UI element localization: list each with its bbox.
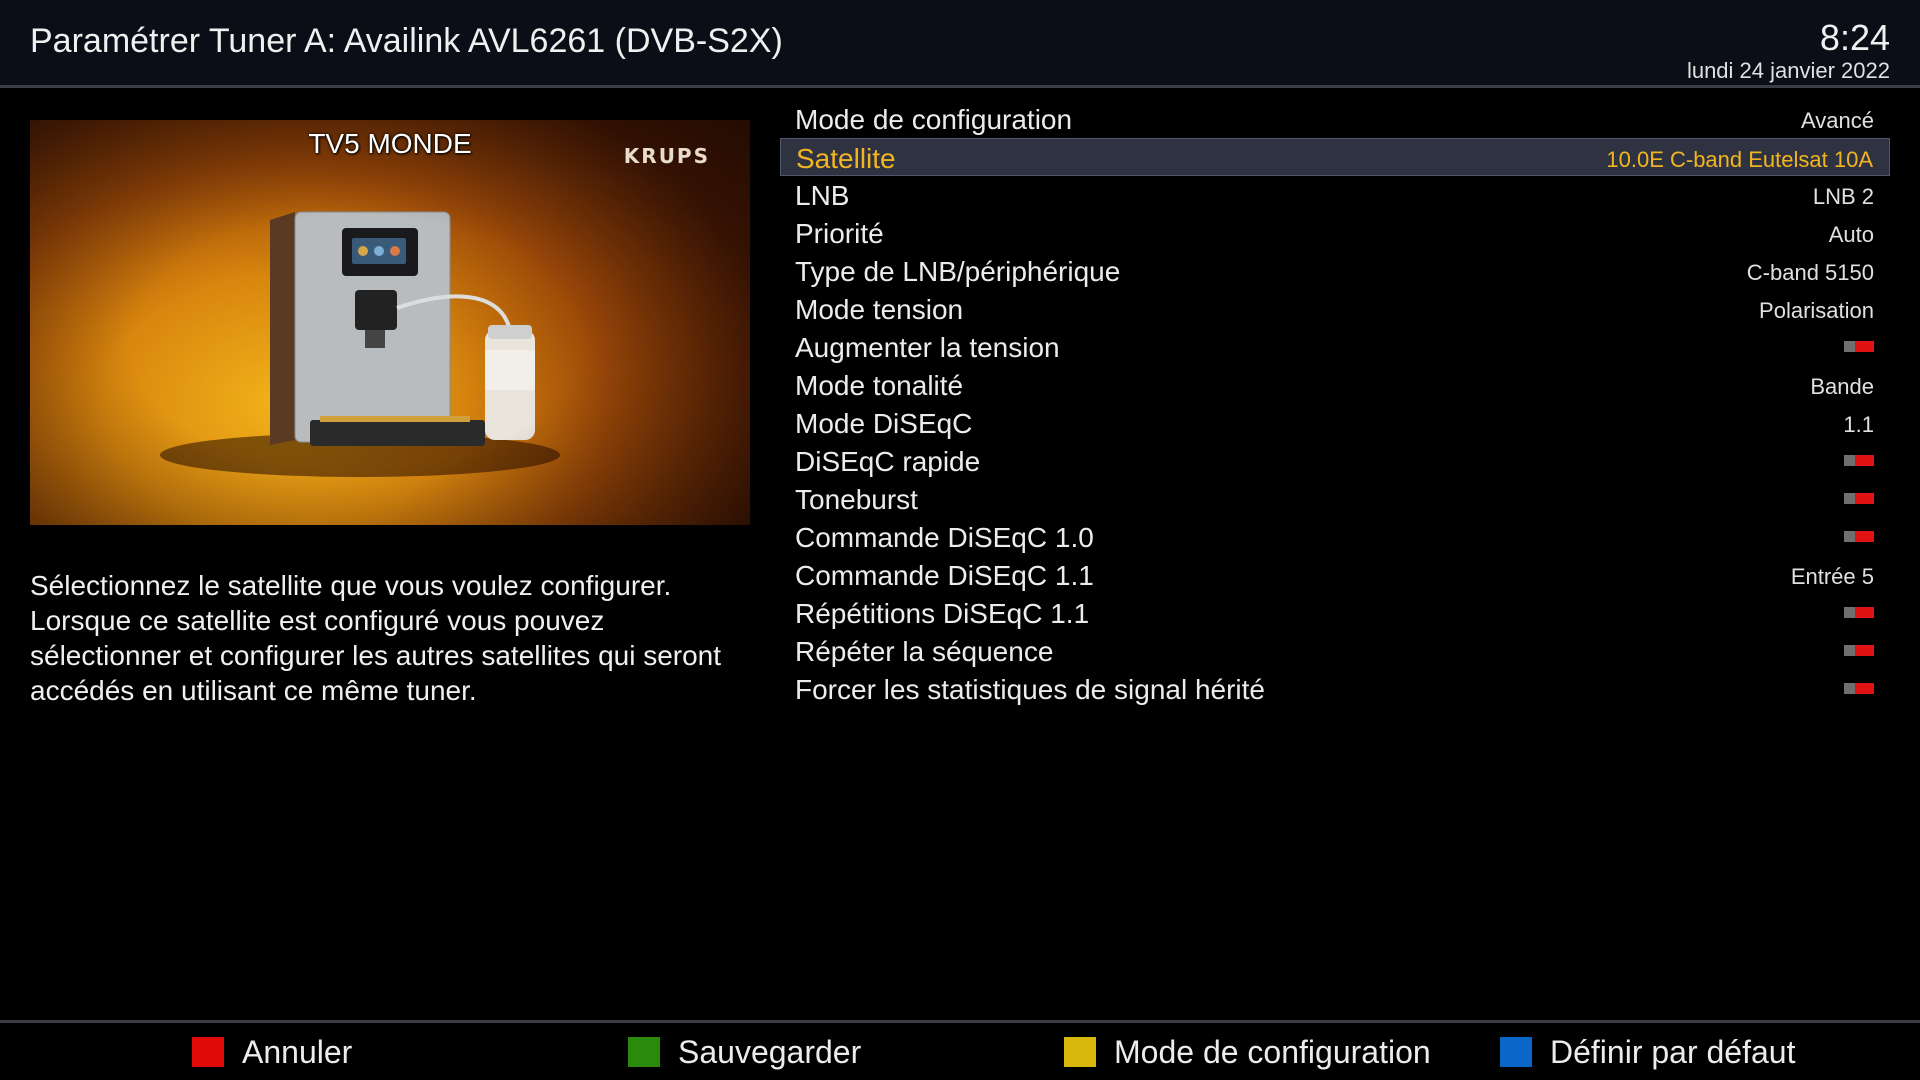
clock-time: 8:24 [1819,17,1890,58]
toggle-track [1855,531,1874,542]
setting-label: Mode tonalité [795,370,964,401]
toggle-off-icon[interactable] [1844,607,1874,618]
yellow-button[interactable]: Mode de configuration [1064,1033,1431,1070]
toggle-track [1855,645,1874,656]
setting-value: LNB 2 [1812,184,1874,209]
setting-row[interactable]: Mode tonalité Bande [780,366,1890,404]
green-button-label: Sauvegarder [678,1033,862,1070]
toggle-knob [1844,683,1855,694]
red-button-label: Annuler [242,1033,353,1070]
setting-row[interactable]: Augmenter la tension [780,328,1890,366]
blue-button-label: Définir par défaut [1550,1033,1796,1070]
setting-label: Répéter la séquence [795,636,1054,667]
setting-label: LNB [795,180,850,211]
setting-value: 10.0E C-band Eutelsat 10A [1606,147,1873,172]
yellow-key-icon [1064,1037,1096,1067]
tv-preview: TV5 MONDE KRUPS [30,120,750,525]
setting-value: 1.1 [1843,412,1874,437]
setting-label: Type de LNB/périphérique [795,256,1121,287]
red-button[interactable]: Annuler [192,1033,353,1070]
toggle-off-icon[interactable] [1844,341,1874,352]
setting-row[interactable]: Commande DiSEqC 1.1 Entrée 5 [780,556,1890,594]
setting-label: Mode tension [795,294,964,325]
brand-logo: KRUPS [623,144,710,168]
setting-row[interactable]: Mode DiSEqC 1.1 [780,404,1890,442]
toggle-off-icon[interactable] [1844,531,1874,542]
setting-row[interactable]: Type de LNB/périphérique C-band 5150 [780,252,1890,290]
setting-label: Mode DiSEqC [795,408,973,439]
toggle-knob [1844,341,1855,352]
toggle-off-icon[interactable] [1844,645,1874,656]
page-title: Paramétrer Tuner A: Availink AVL6261 (DV… [30,22,783,60]
setting-label: Satellite [796,143,896,174]
green-button[interactable]: Sauvegarder [628,1033,862,1070]
setting-value: Auto [1828,222,1874,247]
setting-label: Augmenter la tension [795,332,1060,363]
setting-row[interactable]: Priorité Auto [780,214,1890,252]
blue-key-icon [1500,1037,1532,1067]
toggle-track [1855,607,1874,618]
setting-row[interactable]: DiSEqC rapide [780,442,1890,480]
header-bar: Paramétrer Tuner A: Availink AVL6261 (DV… [0,0,1920,88]
toggle-off-icon[interactable] [1844,683,1874,694]
toggle-off-icon[interactable] [1844,455,1874,466]
setting-value: Bande [1810,374,1874,399]
setting-row[interactable]: Mode tension Polarisation [780,290,1890,328]
toggle-knob [1844,645,1855,656]
toggle-track [1855,341,1874,352]
setting-value: Avancé [1801,108,1874,133]
setting-row[interactable]: LNB LNB 2 [780,176,1890,214]
red-key-icon [192,1037,224,1067]
preview-vignette [30,120,750,525]
setting-label: Forcer les statistiques de signal hérité [795,674,1265,705]
toggle-track [1855,455,1874,466]
clock: 8:24 lundi 24 janvier 2022 [1687,20,1890,84]
help-text: Sélectionnez le satellite que vous voule… [30,570,722,706]
yellow-button-label: Mode de configuration [1114,1033,1431,1070]
toggle-track [1855,683,1874,694]
setting-label: DiSEqC rapide [795,446,981,477]
toggle-knob [1844,493,1855,504]
setting-label: Toneburst [795,484,918,515]
clock-date: lundi 24 janvier 2022 [1686,58,1890,83]
setting-row[interactable]: Répéter la séquence [780,632,1890,670]
setting-label: Commande DiSEqC 1.1 [795,560,1094,591]
toggle-knob [1844,455,1855,466]
color-key-bar: Annuler Sauvegarder Mode de configuratio… [0,1020,1920,1080]
setting-label: Priorité [795,218,884,249]
setting-value: C-band 5150 [1746,260,1874,285]
setting-row[interactable]: Commande DiSEqC 1.0 [780,518,1890,556]
setting-label: Commande DiSEqC 1.0 [795,522,1094,553]
setting-row[interactable]: Mode de configuration Avancé [780,100,1890,138]
toggle-knob [1844,531,1855,542]
setting-row[interactable]: Forcer les statistiques de signal hérité [780,670,1890,708]
config-list: Mode de configuration Avancé Satellite 10.0… [780,100,1890,708]
setting-label: Répétitions DiSEqC 1.1 [795,598,1090,629]
toggle-off-icon[interactable] [1844,493,1874,504]
setting-row[interactable]: Toneburst [780,480,1890,518]
setting-row[interactable]: Répétitions DiSEqC 1.1 [780,594,1890,632]
setting-value: Polarisation [1759,298,1874,323]
setting-value: Entrée 5 [1790,564,1874,589]
setting-row[interactable]: Satellite 10.0E C-band Eutelsat 10A [780,138,1890,176]
toggle-knob [1844,607,1855,618]
green-key-icon [628,1037,660,1067]
setting-label: Mode de configuration [795,104,1073,135]
blue-button[interactable]: Définir par défaut [1500,1033,1796,1070]
toggle-track [1855,493,1874,504]
